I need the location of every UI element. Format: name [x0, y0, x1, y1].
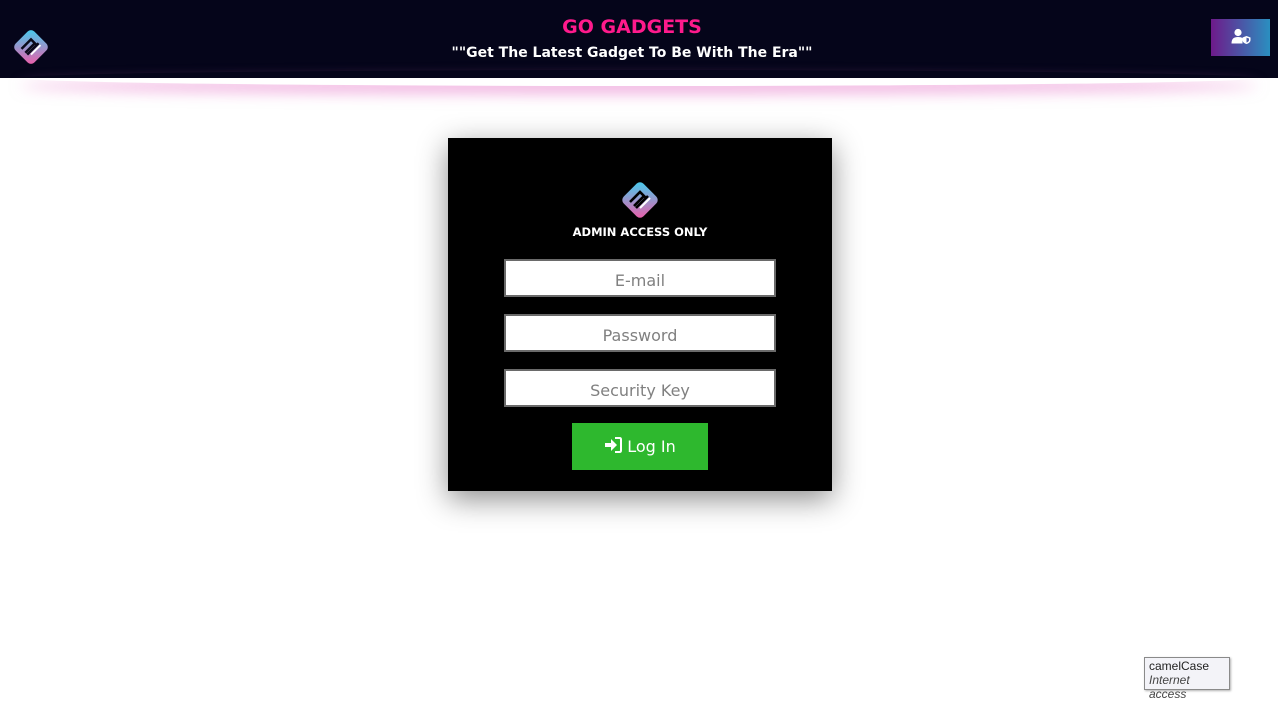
login-heading: ADMIN ACCESS ONLY — [572, 225, 708, 239]
admin-account-button[interactable] — [1211, 19, 1270, 56]
tooltip-subtitle: Internet access — [1149, 673, 1190, 701]
password-field[interactable] — [504, 314, 776, 352]
security-key-field[interactable] — [504, 369, 776, 407]
admin-login-card: ADMIN ACCESS ONLY Log In — [448, 138, 832, 491]
top-header: GO GADGETS ""Get The Latest Gadget To Be… — [0, 0, 1278, 78]
email-field[interactable] — [504, 259, 776, 297]
login-button-label: Log In — [627, 437, 676, 456]
login-button[interactable]: Log In — [572, 423, 708, 470]
input-mode-tooltip: camelCase Internet access — [1144, 657, 1230, 701]
go-gadgets-logo-icon — [620, 180, 660, 220]
brand-title: GO GADGETS — [562, 16, 702, 38]
tooltip-title: camelCase — [1149, 659, 1210, 673]
brand-tagline: ""Get The Latest Gadget To Be With The E… — [451, 45, 813, 61]
header-shadow — [20, 70, 1258, 86]
sign-in-icon — [604, 436, 623, 457]
user-shield-icon — [1231, 28, 1251, 47]
